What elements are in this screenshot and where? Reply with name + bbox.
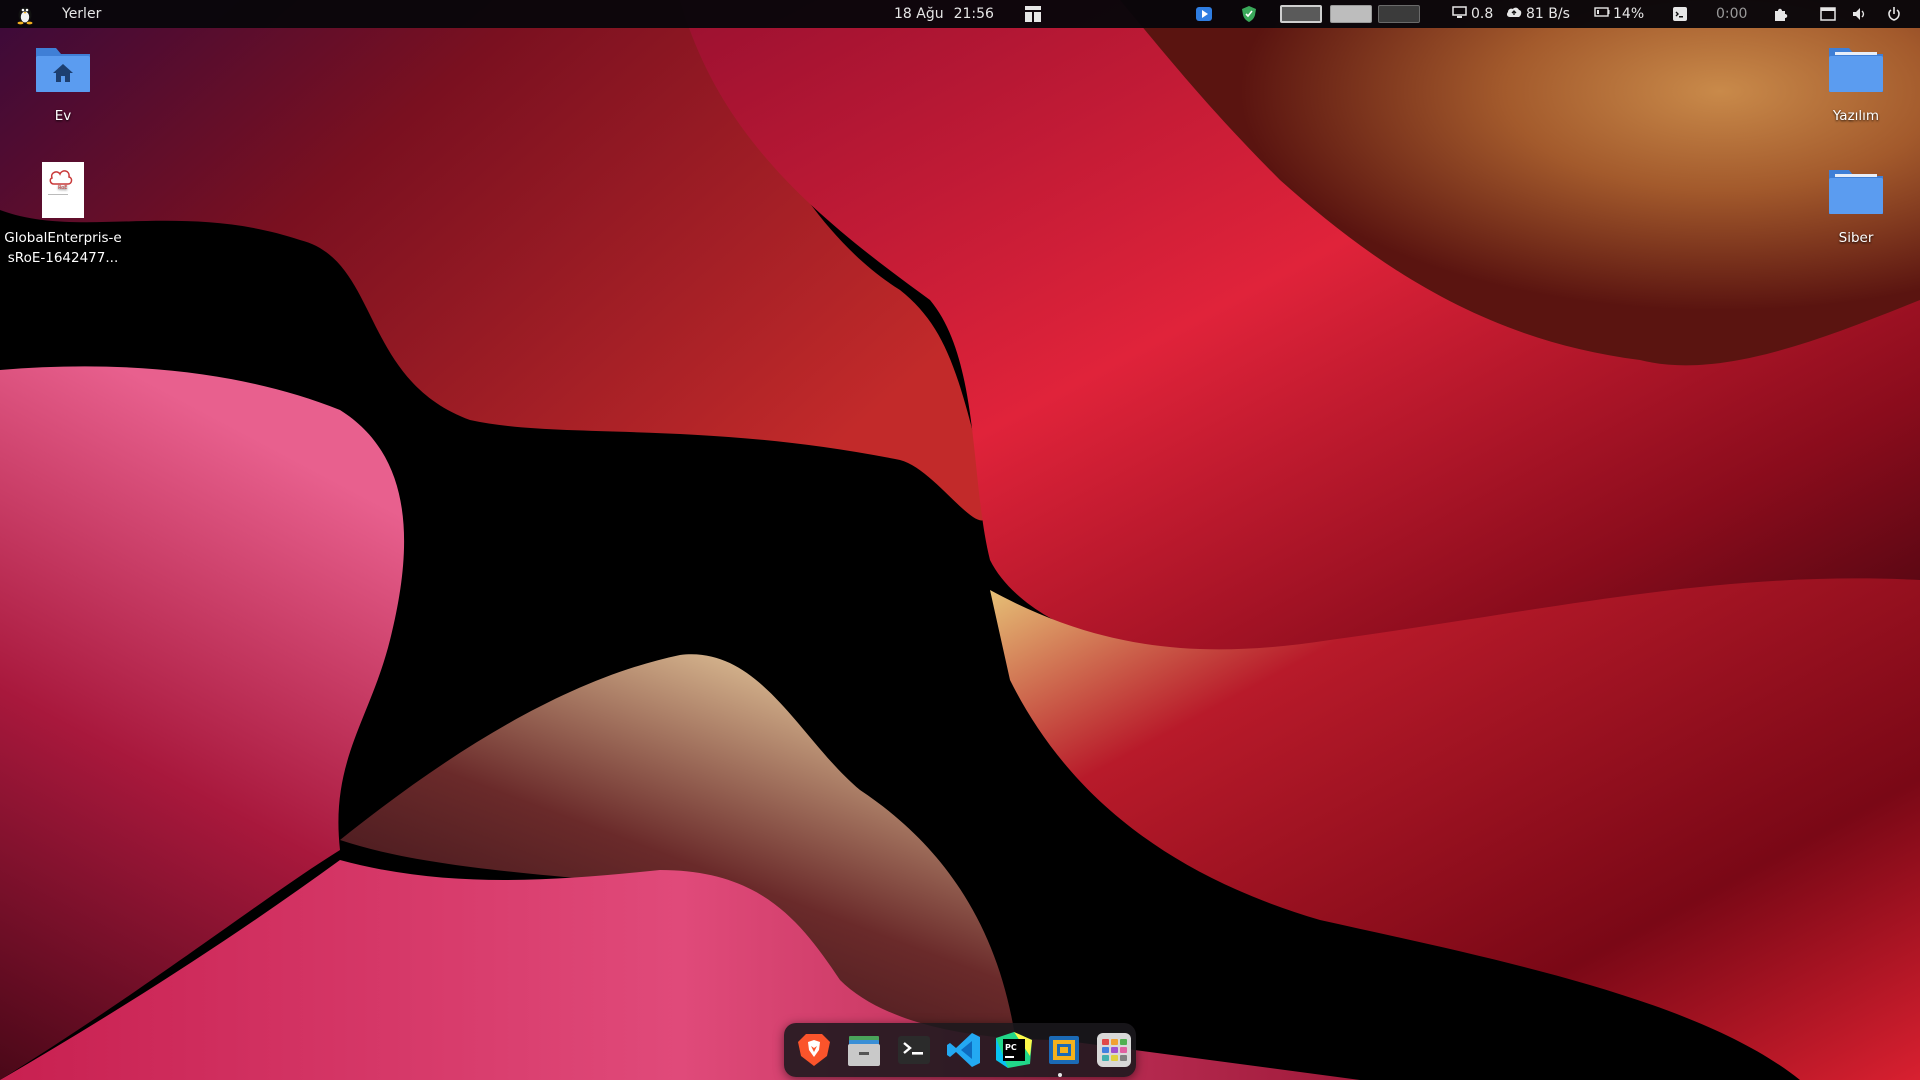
brave-browser-icon[interactable]	[794, 1030, 834, 1070]
system-load-indicator[interactable]: 0.8	[1452, 0, 1493, 28]
clock-time: 21:56	[953, 6, 994, 22]
document-thumbnail-icon: RoE	[32, 160, 94, 222]
monitor-icon	[1452, 5, 1467, 23]
desktop-icon-document[interactable]: RoE GlobalEnterpris-esRoE-1642477...	[4, 160, 122, 268]
workspace-2[interactable]	[1330, 0, 1372, 28]
volume-icon[interactable]	[1852, 0, 1868, 28]
clock[interactable]: 18 Ağu 21:56	[894, 0, 994, 28]
desktop-icon-label: Yazılım	[1832, 108, 1880, 124]
workspace-1[interactable]	[1280, 0, 1322, 28]
running-indicator	[1058, 1073, 1062, 1077]
top-panel: Yerler 18 Ağu 21:56 0.8 81 B/s 14% 0:00	[0, 0, 1920, 28]
desktop-icon-label: Ev	[54, 108, 72, 124]
timer-indicator[interactable]: 0:00	[1716, 0, 1747, 28]
power-icon[interactable]	[1886, 0, 1902, 28]
desktop-icon-label: Siber	[1838, 230, 1874, 246]
desktop-icon-home[interactable]: Ev	[4, 38, 122, 126]
cloud-upload-icon	[1506, 6, 1522, 22]
battery-indicator[interactable]: 14%	[1594, 0, 1644, 28]
folder-icon	[1825, 160, 1887, 222]
virtualbox-icon[interactable]	[1044, 1030, 1084, 1070]
distro-logo-icon[interactable]	[14, 0, 36, 28]
battery-icon	[1594, 6, 1610, 22]
places-menu[interactable]: Yerler	[62, 0, 101, 28]
folder-icon	[1825, 38, 1887, 100]
clock-date: 18 Ağu	[894, 6, 944, 22]
load-value: 0.8	[1471, 6, 1494, 22]
desktop-icon-label: GlobalEnterpris-esRoE-1642477...	[4, 230, 122, 266]
terminal-applet-icon[interactable]	[1672, 0, 1688, 28]
desktop-wallpaper	[0, 0, 1920, 1080]
network-speed-indicator[interactable]: 81 B/s	[1506, 0, 1570, 28]
extensions-icon[interactable]	[1772, 0, 1788, 28]
svg-text:PC: PC	[1005, 1043, 1017, 1052]
pycharm-icon[interactable]: PC	[994, 1030, 1034, 1070]
battery-value: 14%	[1613, 6, 1645, 22]
dock: PC	[784, 1023, 1136, 1077]
timer-value: 0:00	[1716, 6, 1748, 22]
net-speed-value: 81 B/s	[1526, 6, 1570, 22]
file-manager-icon[interactable]	[844, 1030, 884, 1070]
media-player-icon[interactable]	[1195, 0, 1213, 28]
app-grid-icon[interactable]	[1094, 1030, 1134, 1070]
desktop-icon-yazilim[interactable]: Yazılım	[1797, 38, 1915, 126]
window-layout-icon[interactable]	[1024, 0, 1042, 28]
terminal-icon[interactable]	[894, 1030, 934, 1070]
window-icon[interactable]	[1820, 0, 1836, 28]
vscode-icon[interactable]	[944, 1030, 984, 1070]
home-folder-icon	[32, 38, 94, 100]
workspace-3[interactable]	[1378, 0, 1420, 28]
svg-text:RoE: RoE	[58, 185, 67, 191]
desktop-icon-siber[interactable]: Siber	[1797, 160, 1915, 248]
places-menu-label: Yerler	[62, 6, 102, 22]
shield-icon[interactable]	[1241, 0, 1257, 28]
